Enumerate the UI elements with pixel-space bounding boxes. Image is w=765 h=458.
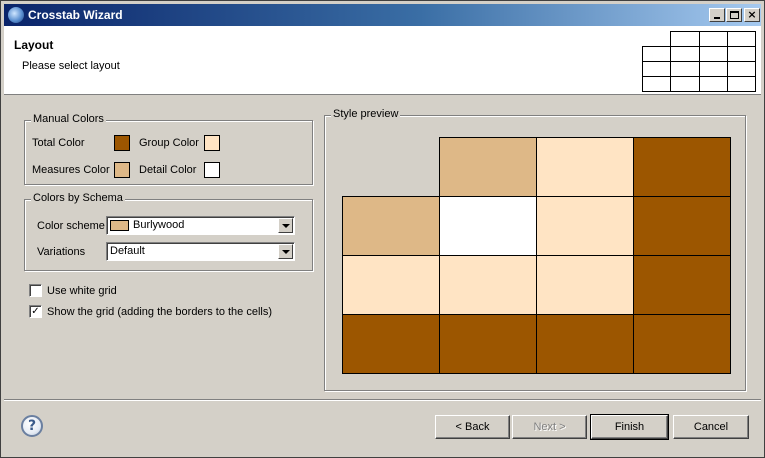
preview-cell xyxy=(633,255,731,315)
variations-value: Default xyxy=(110,245,145,257)
measures-color-swatch[interactable] xyxy=(114,162,130,178)
detail-color-swatch[interactable] xyxy=(204,162,220,178)
page-description: Please select layout xyxy=(22,60,120,72)
variations-dropdown-button[interactable] xyxy=(278,244,293,259)
minimize-icon xyxy=(714,17,720,19)
preview-cell xyxy=(342,314,440,374)
preview-cell xyxy=(439,314,537,374)
measures-color-label: Measures Color xyxy=(32,164,110,176)
scheme-color-swatch xyxy=(110,220,129,231)
preview-cell xyxy=(342,196,440,256)
preview-cell xyxy=(439,137,537,197)
wizard-header: Layout Please select layout xyxy=(4,26,761,95)
finish-button[interactable]: Finish xyxy=(590,414,669,440)
manual-colors-title: Manual Colors xyxy=(31,113,106,125)
preview-cell xyxy=(439,255,537,315)
preview-cell xyxy=(439,196,537,256)
color-scheme-dropdown-button[interactable] xyxy=(278,218,293,233)
preview-cell xyxy=(536,314,634,374)
style-preview-title: Style preview xyxy=(331,108,401,120)
preview-cell xyxy=(633,137,731,197)
style-preview-grid xyxy=(342,137,731,374)
preview-cell xyxy=(536,137,634,197)
use-white-grid-checkbox[interactable] xyxy=(29,284,42,297)
cancel-button[interactable]: Cancel xyxy=(673,415,749,439)
close-button[interactable]: × xyxy=(744,8,760,22)
show-grid-label: Show the grid (adding the borders to the… xyxy=(47,306,273,318)
color-scheme-label: Color scheme xyxy=(37,220,105,232)
window-title: Crosstab Wizard xyxy=(28,8,123,22)
colors-by-schema-title: Colors by Schema xyxy=(31,192,125,204)
preview-cell xyxy=(536,255,634,315)
variations-select[interactable]: Default xyxy=(106,242,295,261)
group-color-swatch[interactable] xyxy=(204,135,220,151)
crosstab-wizard-window: Crosstab Wizard × Layout Please select l… xyxy=(0,0,765,458)
chevron-down-icon xyxy=(282,224,290,228)
back-button[interactable]: < Back xyxy=(435,415,510,439)
button-bar-separator xyxy=(4,399,761,401)
group-color-label: Group Color xyxy=(139,137,199,149)
maximize-icon xyxy=(730,11,739,19)
detail-color-label: Detail Color xyxy=(139,164,197,176)
page-title: Layout xyxy=(14,38,54,52)
maximize-button[interactable] xyxy=(726,8,742,22)
preview-cell xyxy=(633,196,731,256)
preview-cell xyxy=(536,196,634,256)
total-color-label: Total Color xyxy=(32,137,85,149)
close-icon: × xyxy=(747,8,757,21)
app-icon xyxy=(8,7,24,23)
help-icon[interactable]: ? xyxy=(21,415,43,437)
title-bar[interactable]: Crosstab Wizard × xyxy=(4,4,761,26)
chevron-down-icon xyxy=(282,250,290,254)
variations-label: Variations xyxy=(37,246,86,258)
color-scheme-value: Burlywood xyxy=(133,219,185,231)
preview-cell xyxy=(342,255,440,315)
use-white-grid-label: Use white grid xyxy=(47,285,117,297)
show-grid-checkbox[interactable]: ✓ xyxy=(29,305,42,318)
color-scheme-select[interactable]: Burlywood xyxy=(106,216,295,235)
crosstab-layout-icon xyxy=(642,31,756,92)
next-button[interactable]: Next > xyxy=(512,415,587,439)
total-color-swatch[interactable] xyxy=(114,135,130,151)
preview-cell xyxy=(633,314,731,374)
minimize-button[interactable] xyxy=(709,8,725,22)
